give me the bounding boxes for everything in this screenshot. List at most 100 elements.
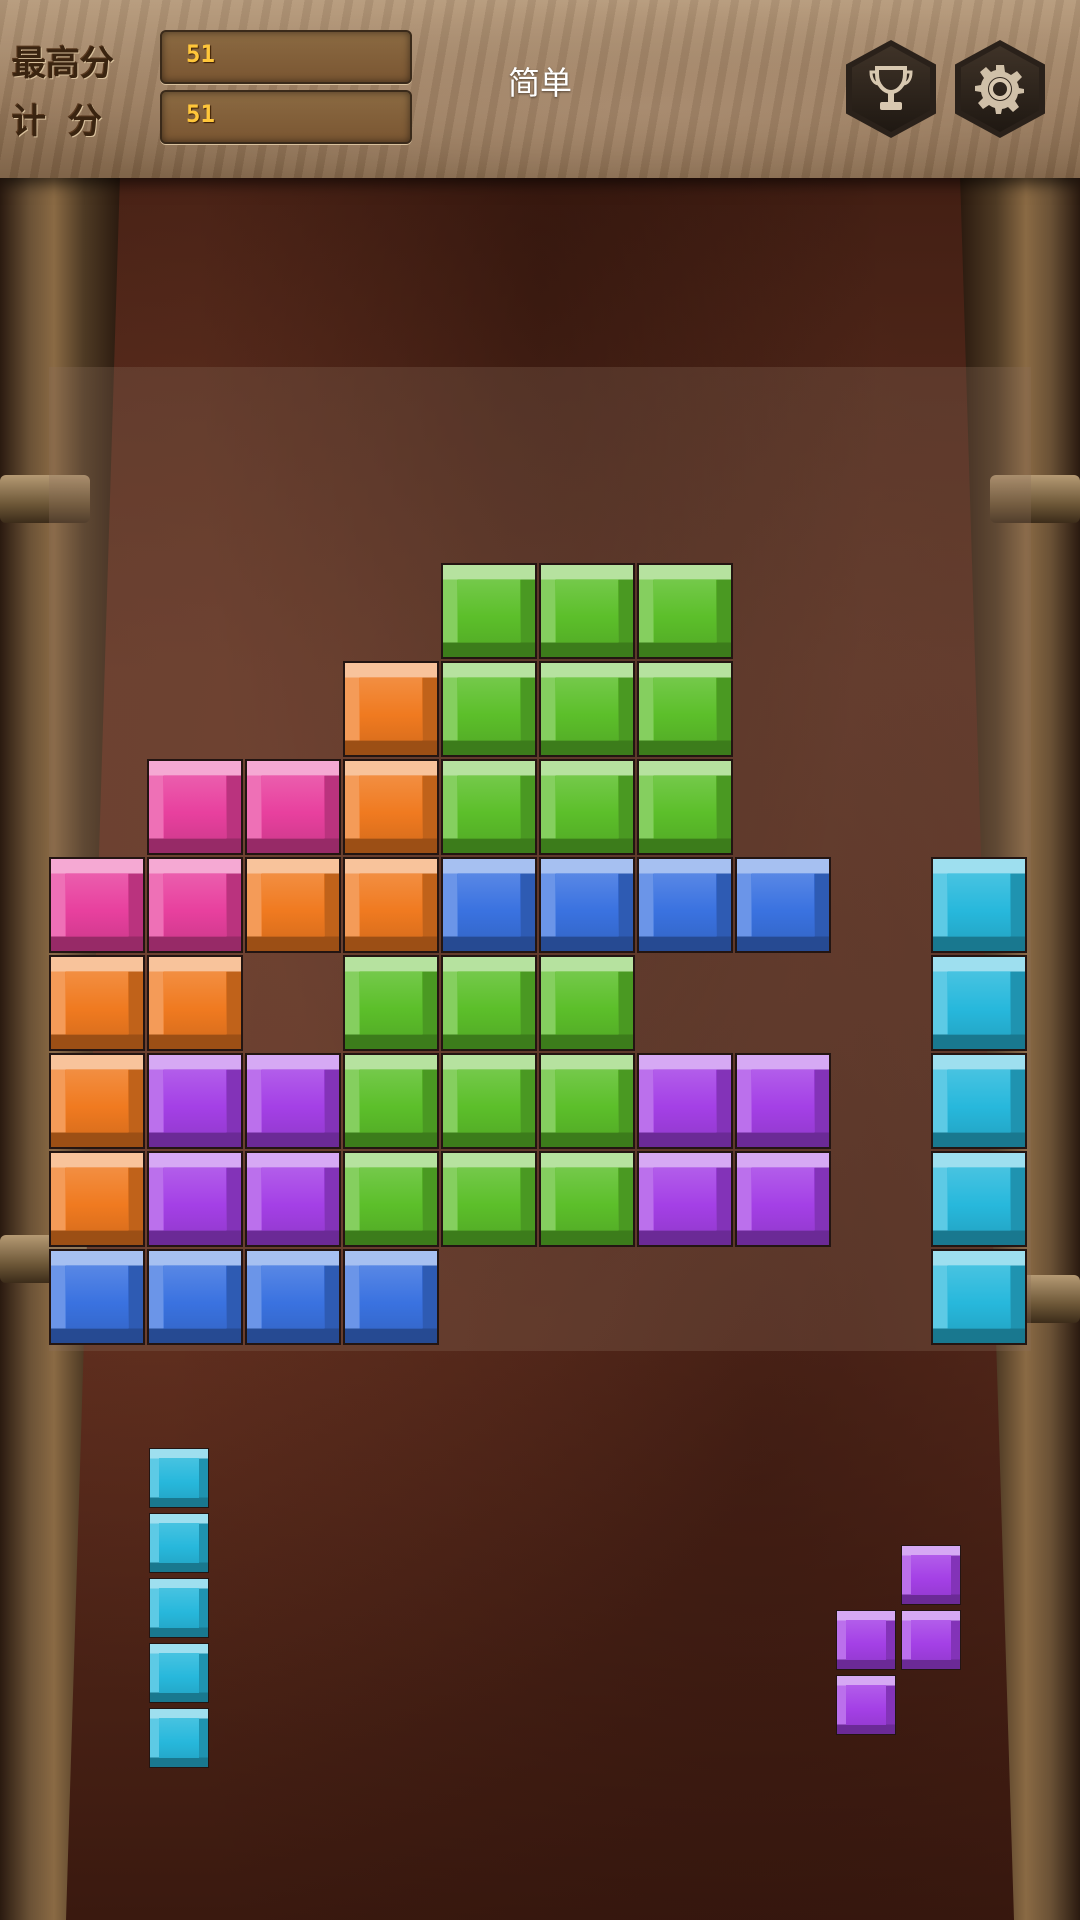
header-frieze: 最高分 51 计分 51 简单 bbox=[0, 0, 1080, 178]
gem-face bbox=[261, 1265, 325, 1329]
gem-face bbox=[163, 1265, 227, 1329]
gem-face bbox=[359, 775, 423, 839]
gem-face bbox=[653, 677, 717, 741]
board-cell-green bbox=[539, 1151, 635, 1247]
board-cell-green bbox=[343, 1151, 439, 1247]
board-cell-green bbox=[539, 661, 635, 757]
gem-face bbox=[261, 873, 325, 937]
gem-face bbox=[159, 1523, 199, 1563]
board-cell-green bbox=[343, 1053, 439, 1149]
gem-face bbox=[65, 1167, 129, 1231]
gem-face bbox=[163, 971, 227, 1035]
board-cell-blue bbox=[343, 1249, 439, 1345]
settings-button[interactable] bbox=[955, 40, 1045, 138]
gem-face bbox=[947, 1167, 1011, 1231]
board-cell-green bbox=[539, 563, 635, 659]
gem-face bbox=[555, 1167, 619, 1231]
piece-cell-purple bbox=[836, 1610, 896, 1670]
gem-face bbox=[159, 1588, 199, 1628]
score-box: 51 bbox=[160, 90, 412, 144]
board-cell-orange bbox=[343, 759, 439, 855]
gem-face bbox=[911, 1555, 951, 1595]
piece-cell-purple bbox=[901, 1610, 961, 1670]
gem-face bbox=[65, 971, 129, 1035]
gem-face bbox=[261, 1167, 325, 1231]
board-cell-pink bbox=[147, 759, 243, 855]
piece-cell-cyan bbox=[149, 1448, 209, 1508]
board-cell-green bbox=[441, 759, 537, 855]
gem-face bbox=[947, 873, 1011, 937]
board-cell-cyan bbox=[931, 857, 1027, 953]
board-cell-orange bbox=[245, 857, 341, 953]
board-cell-green bbox=[539, 759, 635, 855]
board-cell-blue bbox=[637, 857, 733, 953]
gem-face bbox=[555, 579, 619, 643]
score-label: 计分 bbox=[12, 102, 124, 142]
gem-face bbox=[653, 1167, 717, 1231]
gem-face bbox=[653, 1069, 717, 1133]
piece-right-purple-s[interactable] bbox=[836, 1545, 965, 1739]
gem-face bbox=[947, 1069, 1011, 1133]
gem-face bbox=[653, 579, 717, 643]
gem-face bbox=[751, 873, 815, 937]
board-cell-pink bbox=[245, 759, 341, 855]
board-cell-blue bbox=[147, 1249, 243, 1345]
best-score-value: 51 bbox=[186, 40, 215, 68]
board-cell-purple bbox=[245, 1053, 341, 1149]
board-cell-blue bbox=[539, 857, 635, 953]
gear-icon bbox=[975, 65, 1024, 114]
board-cell-purple bbox=[637, 1053, 733, 1149]
gem-face bbox=[457, 775, 521, 839]
gem-face bbox=[359, 1069, 423, 1133]
gem-face bbox=[947, 1265, 1011, 1329]
gem-face bbox=[359, 873, 423, 937]
trophy-button[interactable] bbox=[846, 40, 936, 138]
gem-face bbox=[457, 677, 521, 741]
gem-face bbox=[947, 971, 1011, 1035]
piece-cell-cyan bbox=[149, 1513, 209, 1573]
board-cell-blue bbox=[49, 1249, 145, 1345]
gem-face bbox=[65, 1069, 129, 1133]
gem-face bbox=[457, 873, 521, 937]
gem-face bbox=[846, 1685, 886, 1725]
board-cell-purple bbox=[245, 1151, 341, 1247]
gem-face bbox=[911, 1620, 951, 1660]
board-cell-blue bbox=[245, 1249, 341, 1345]
gem-face bbox=[65, 1265, 129, 1329]
gem-face bbox=[163, 873, 227, 937]
gem-face bbox=[555, 775, 619, 839]
gem-face bbox=[555, 1069, 619, 1133]
board-cell-purple bbox=[147, 1151, 243, 1247]
board-cell-cyan bbox=[931, 1249, 1027, 1345]
board-cell-green bbox=[539, 955, 635, 1051]
board-cell-orange bbox=[49, 955, 145, 1051]
game-board[interactable] bbox=[49, 367, 1031, 1351]
gem-face bbox=[457, 1069, 521, 1133]
gem-face bbox=[653, 873, 717, 937]
difficulty-label: 简单 bbox=[507, 64, 572, 102]
gem-face bbox=[457, 579, 521, 643]
trophy-icon bbox=[869, 66, 913, 110]
gem-face bbox=[457, 971, 521, 1035]
board-cell-purple bbox=[637, 1151, 733, 1247]
board-cell-green bbox=[441, 563, 537, 659]
board-cell-green bbox=[441, 1053, 537, 1149]
gem-face bbox=[359, 971, 423, 1035]
gem-face bbox=[159, 1718, 199, 1758]
board-cell-orange bbox=[343, 661, 439, 757]
board-cell-green bbox=[343, 955, 439, 1051]
gem-face bbox=[261, 1069, 325, 1133]
board-cell-orange bbox=[147, 955, 243, 1051]
score-value: 51 bbox=[186, 100, 215, 128]
board-cell-orange bbox=[343, 857, 439, 953]
best-score-box: 51 bbox=[160, 30, 412, 84]
board-cell-green bbox=[441, 955, 537, 1051]
board-cell-cyan bbox=[931, 1151, 1027, 1247]
gem-face bbox=[261, 775, 325, 839]
piece-left-cyan-i[interactable] bbox=[149, 1448, 211, 1771]
board-cell-pink bbox=[49, 857, 145, 953]
board-cell-purple bbox=[735, 1053, 831, 1149]
piece-cell-cyan bbox=[149, 1708, 209, 1768]
gem-face bbox=[846, 1620, 886, 1660]
gem-face bbox=[359, 1265, 423, 1329]
